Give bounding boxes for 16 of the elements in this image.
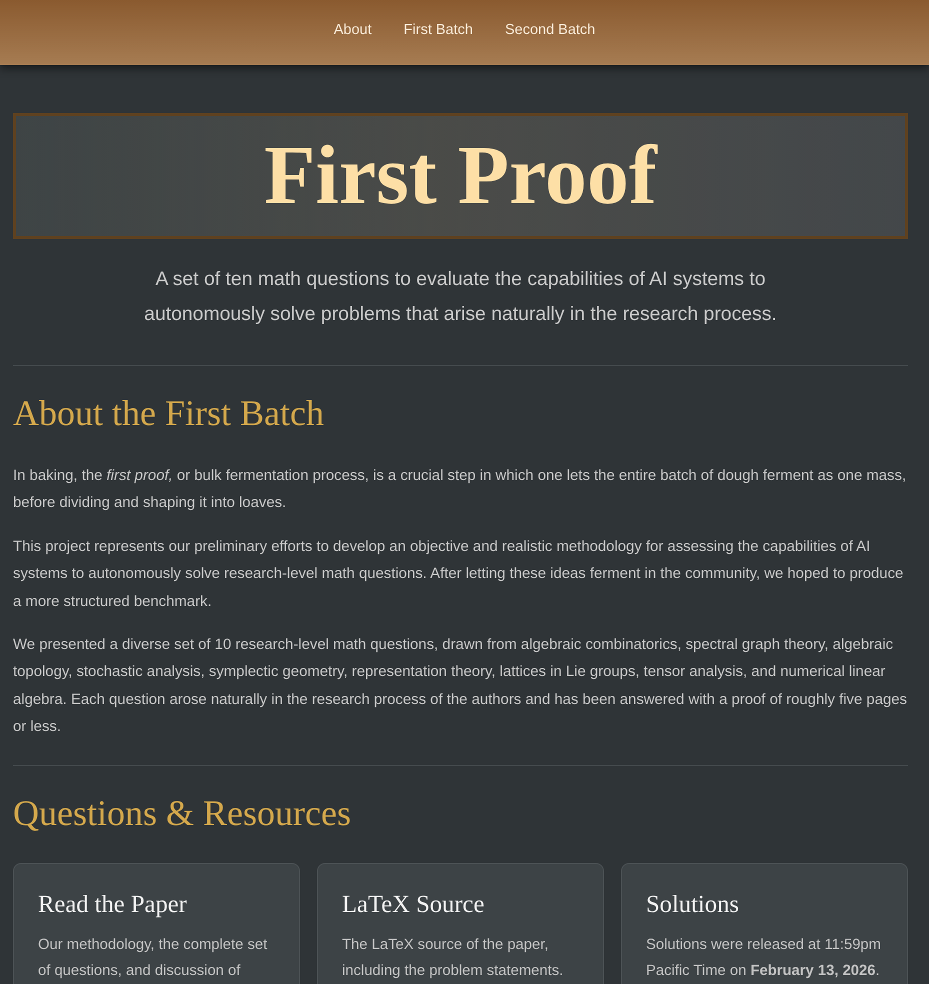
card-title: Solutions (646, 890, 740, 920)
nav-link[interactable]: Second Batch (504, 20, 596, 42)
tagline: A set of ten math questions to evaluate the capabilities of AI systems to autonomously solve problems that arise naturally in the research process. (143, 267, 778, 327)
paragraph: We presented a diverse set of 10 research-level math questions, drawn from algebraic combinatorics, spectral graph theory, algebraic topology, stochastic analysis, symplectic geometry, representation theory, lattices in Lie groups, tensor analysis, and numerical linear algebra. Each question arose naturally in the research process of the authors and has been answered with a proof of roughly five pages or less. (13, 636, 908, 738)
paragraph: In baking, the first proof, or bulk fermentation process, is a crucial step in which one lets the entire batch of dough ferment as one mass, before dividing and shaping it into loaves. (13, 467, 908, 514)
card-text: The LaTeX source of the paper, including the problem statements. (342, 936, 564, 981)
nav-link[interactable]: First Batch (404, 20, 473, 42)
card-title: LaTeX Source (342, 890, 486, 920)
card-text: Solutions were released at 11:59pm Pacific Time on February 13, 2026. (646, 936, 882, 981)
card-text: Our methodology, the complete set of questions, and discussion of (38, 936, 268, 981)
section-heading: About the First Batch (13, 392, 325, 435)
paragraph: This project represents our preliminary efforts to develop an objective and realistic methodology for assessing the capabilities of AI systems to autonomously solve research-level math questions. After letting these ideas ferment in the community, we hoped to produce a more structured benchmark. (13, 538, 904, 612)
card-title: Read the Paper (38, 890, 188, 920)
nav-link[interactable]: About (334, 20, 372, 42)
section-heading: Questions & Resources (13, 792, 352, 835)
site-title: First Proof (264, 134, 657, 218)
